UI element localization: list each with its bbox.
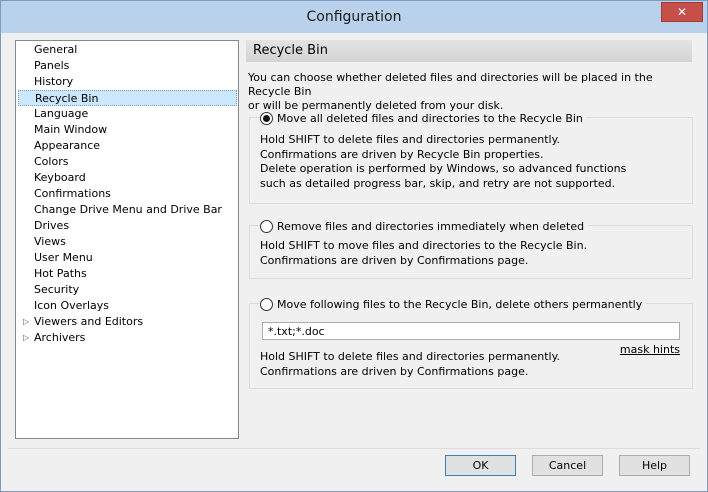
expand-arrow-icon[interactable]: ▷ [23,314,31,330]
title-bar[interactable]: Configuration ✕ [1,1,707,33]
help-line: Delete operation is performed by Windows… [260,162,627,175]
expand-arrow-icon[interactable]: ▷ [23,330,31,346]
cancel-button[interactable]: Cancel [532,455,603,476]
radio-unchecked-icon[interactable] [260,297,273,311]
tree-item-appearance[interactable]: Appearance [34,138,100,154]
tree-item-change-drive-menu[interactable]: Change Drive Menu and Drive Bar [34,202,222,218]
description-line: You can choose whether deleted files and… [248,71,653,98]
footer-divider [8,448,700,449]
help-line: Confirmations are driven by Recycle Bin … [260,147,544,161]
tree-item-history[interactable]: History [34,74,73,90]
ok-button[interactable]: OK [445,455,516,476]
radio-label[interactable]: Move following files to the Recycle Bin,… [277,298,642,311]
category-tree[interactable]: General Panels History Recycle Bin Langu… [15,40,239,439]
configuration-window: Configuration ✕ General Panels History R… [0,0,708,492]
option-group-mask: Move following files to the Recycle Bin,… [249,297,693,389]
option-help-text: Hold SHIFT to move files and directories… [260,239,587,268]
help-line: Hold SHIFT to move files and directories… [260,239,588,252]
tree-item-confirmations[interactable]: Confirmations [34,186,111,202]
help-line: such as detailed progress bar, skip, and… [260,176,616,190]
radio-recycle-all[interactable]: Move all deleted files and directories t… [260,111,587,127]
tree-item-general[interactable]: General [34,42,77,58]
tree-item-icon-overlays[interactable]: Icon Overlays [34,298,109,314]
radio-checked-icon[interactable] [260,111,273,125]
window-title: Configuration [306,9,402,25]
option-help-text: Hold SHIFT to delete files and directori… [260,350,560,379]
tree-item-viewers-and-editors[interactable]: Viewers and Editors [34,314,143,330]
tree-item-panels[interactable]: Panels [34,58,69,74]
mask-input[interactable]: *.txt;*.doc [262,322,680,340]
radio-label[interactable]: Move all deleted files and directories t… [277,112,583,125]
help-line: Confirmations are driven by Confirmation… [260,364,529,378]
page-title: Recycle Bin [246,40,692,62]
help-line: Confirmations are driven by Confirmation… [260,253,529,267]
tree-item-security[interactable]: Security [34,282,79,298]
help-line: Hold SHIFT to delete files and directori… [260,350,561,363]
option-help-text: Hold SHIFT to delete files and directori… [260,133,626,191]
close-button[interactable]: ✕ [661,2,703,22]
tree-item-colors[interactable]: Colors [34,154,68,170]
radio-move-following[interactable]: Move following files to the Recycle Bin,… [260,297,647,313]
tree-item-recycle-bin[interactable]: Recycle Bin [18,90,237,106]
tree-item-archivers[interactable]: Archivers [34,330,85,346]
tree-item-keyboard[interactable]: Keyboard [34,170,86,186]
tree-item-views[interactable]: Views [34,234,66,250]
tree-item-main-window[interactable]: Main Window [34,122,107,138]
option-group-delete-immediately: Remove files and directories immediately… [249,219,693,279]
radio-label[interactable]: Remove files and directories immediately… [277,220,584,233]
tree-item-drives[interactable]: Drives [34,218,69,234]
help-line: Hold SHIFT to delete files and directori… [260,133,561,146]
dialog-client-area: General Panels History Recycle Bin Langu… [8,33,700,483]
help-button[interactable]: Help [619,455,690,476]
radio-delete-immediately[interactable]: Remove files and directories immediately… [260,219,589,235]
radio-unchecked-icon[interactable] [260,219,273,233]
tree-item-hot-paths[interactable]: Hot Paths [34,266,87,282]
tree-item-user-menu[interactable]: User Menu [34,250,93,266]
tree-item-language[interactable]: Language [34,106,88,122]
option-group-recycle-all: Move all deleted files and directories t… [249,111,693,204]
page-description: You can choose whether deleted files and… [248,71,688,113]
mask-hints-link[interactable]: mask hints [620,343,680,356]
